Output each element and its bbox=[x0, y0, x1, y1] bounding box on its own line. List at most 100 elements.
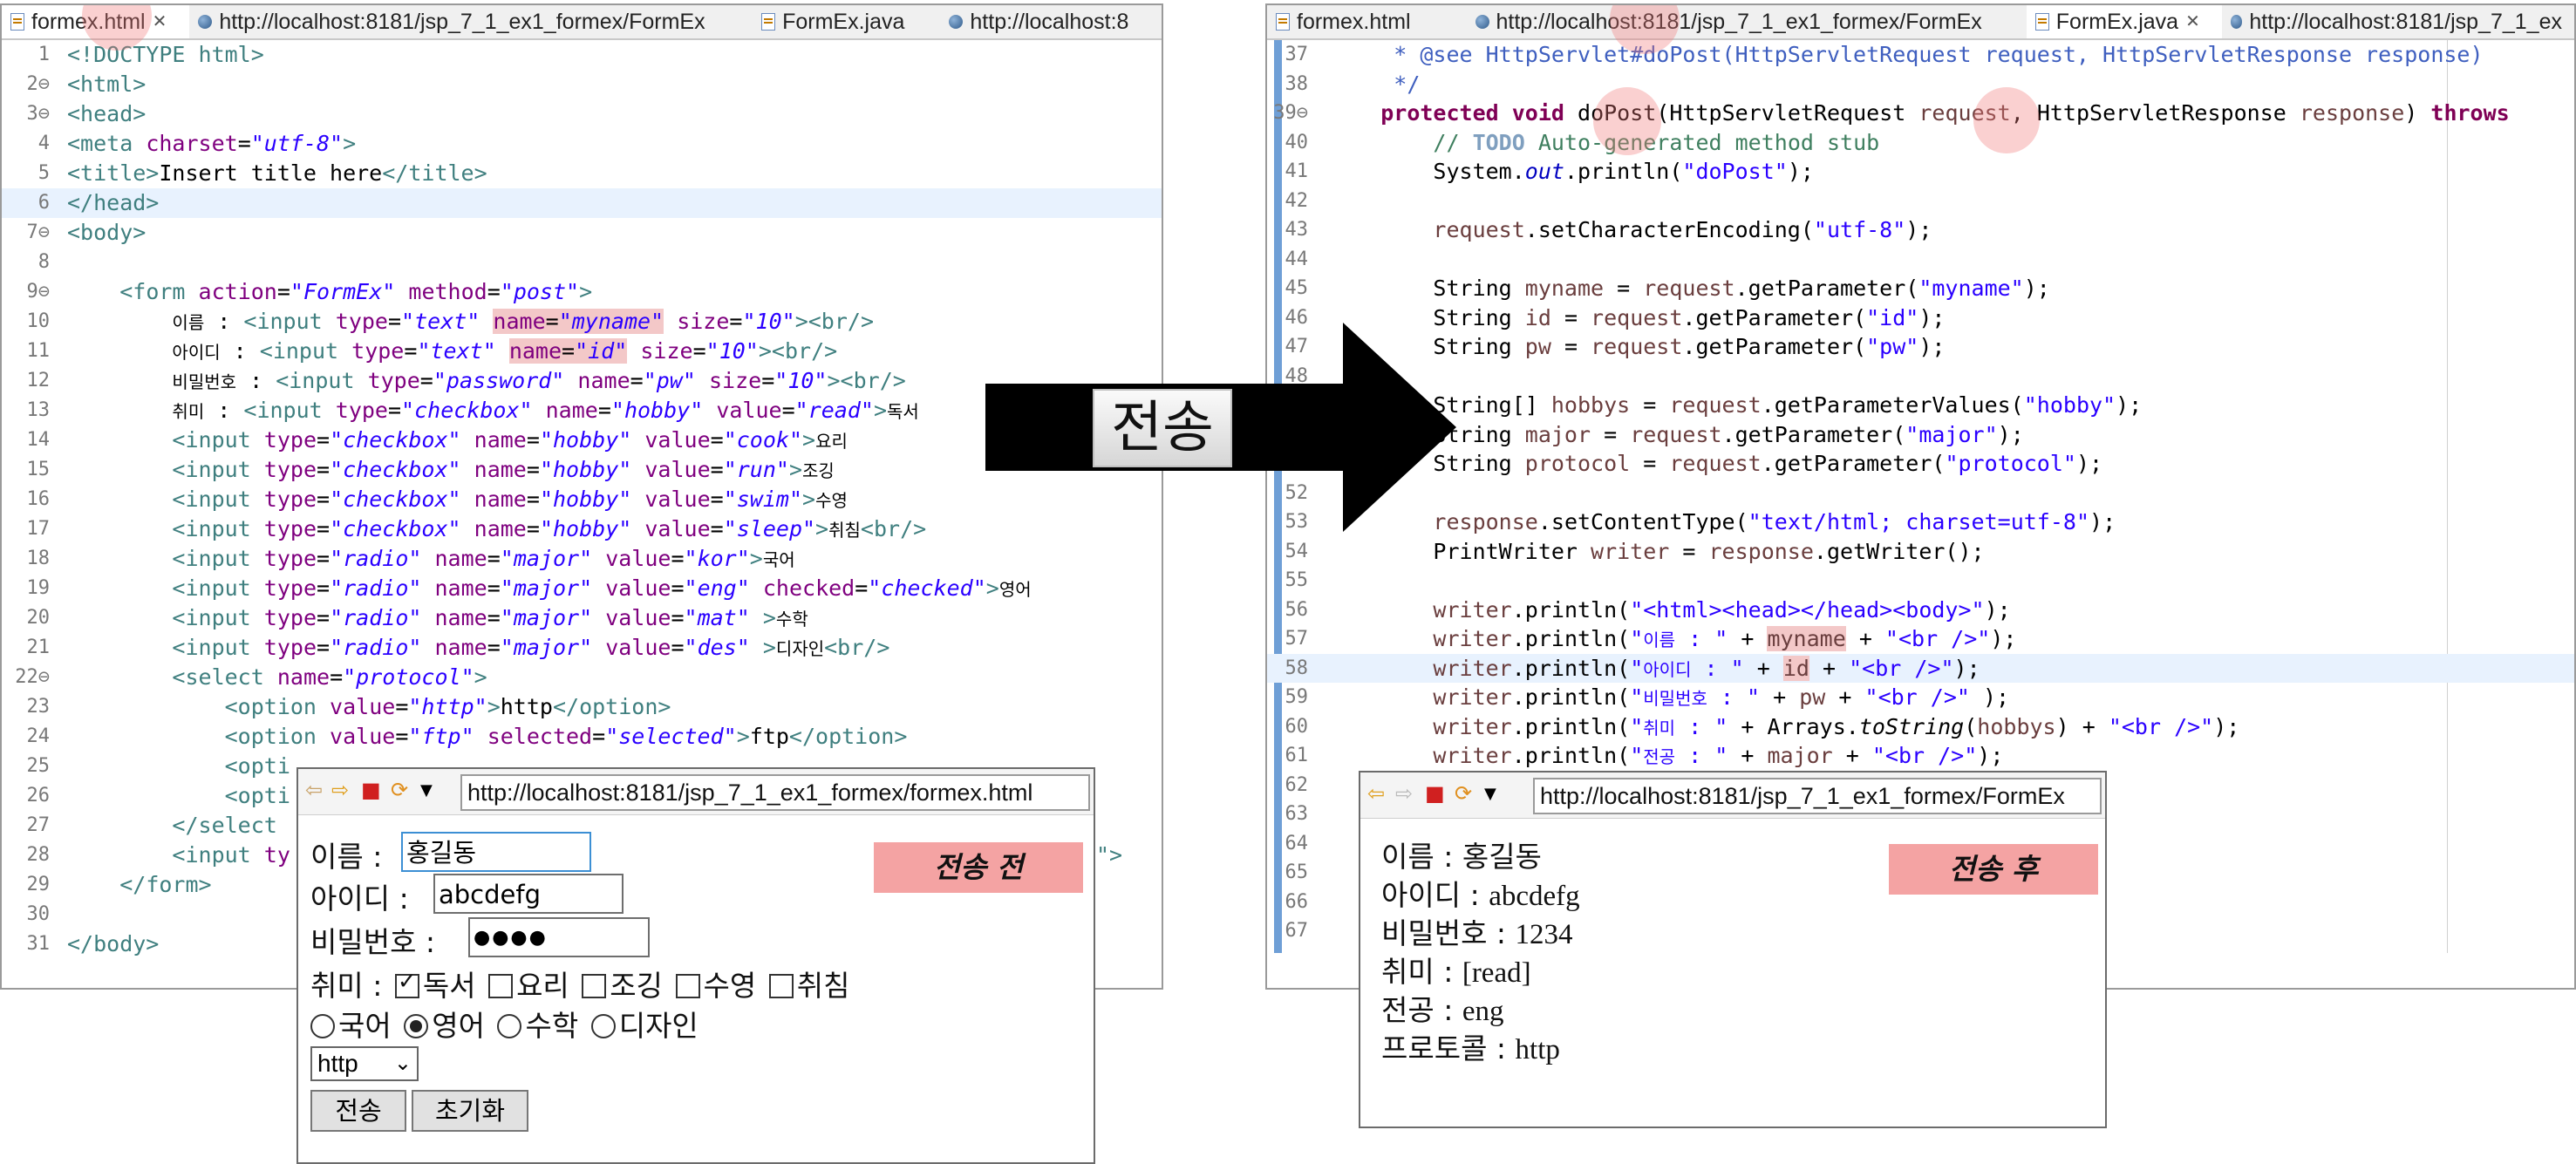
line-number: 42 bbox=[1285, 189, 1309, 212]
protocol-select[interactable]: http ⌄ bbox=[310, 1046, 419, 1081]
code-text: <head> bbox=[67, 101, 147, 126]
line-number: 25 bbox=[26, 755, 51, 777]
code-line[interactable]: 1 <!DOCTYPE html> bbox=[2, 40, 1162, 70]
hobby-checkbox-read[interactable] bbox=[394, 969, 419, 998]
reset-button[interactable]: 초기화 bbox=[412, 1090, 528, 1132]
output-row-hobby: 취미 : [read] bbox=[1381, 955, 1531, 989]
code-line[interactable]: 41 System.out.println("doPost"); bbox=[1267, 157, 2574, 187]
code-line[interactable]: 50 String major = request.getParameter("… bbox=[1267, 420, 2574, 450]
code-line[interactable]: 9⊖ <form action="FormEx" method="post"> bbox=[2, 277, 1162, 307]
hobby-row: 취미 : 독서 요리 조깅 수영 취침 bbox=[310, 963, 850, 1004]
tab-formex-java[interactable]: FormEx.java bbox=[753, 5, 940, 38]
tab-formex-html[interactable]: formex.html ✕ bbox=[2, 5, 190, 38]
refresh-icon[interactable]: ⟳ bbox=[391, 778, 408, 802]
code-line[interactable]: 53 response.setContentType("text/html; c… bbox=[1267, 507, 2574, 537]
hobby-checkbox-run[interactable] bbox=[582, 974, 607, 998]
id-input[interactable]: abcdefg bbox=[433, 874, 624, 914]
code-text: <input type="checkbox" name="hobby" valu… bbox=[172, 427, 848, 453]
code-text: writer.println("<html><head></head><body… bbox=[1433, 596, 2011, 623]
submit-button[interactable]: 전송 bbox=[310, 1090, 406, 1132]
code-text: 아이디 : <input type="text" name="id" size=… bbox=[172, 338, 838, 364]
code-line[interactable]: 40 // TODO Auto-generated method stub bbox=[1267, 128, 2574, 158]
code-line[interactable]: 58 writer.println("아이디 : " + id + "<br /… bbox=[1267, 653, 2574, 683]
tab-formex-html[interactable]: formex.html bbox=[1267, 5, 1467, 38]
major-radio-mat[interactable] bbox=[497, 1014, 522, 1038]
password-input[interactable]: ●●●● bbox=[468, 917, 650, 957]
line-number: 43 bbox=[1285, 219, 1309, 241]
code-line[interactable]: 55 bbox=[1267, 566, 2574, 596]
code-text: protected void doPost(HttpServletRequest… bbox=[1380, 100, 2510, 126]
code-line[interactable]: 5 <title>Insert title here</title> bbox=[2, 159, 1162, 188]
forward-icon[interactable]: ⇨ bbox=[331, 778, 349, 802]
code-line[interactable]: 38 */ bbox=[1267, 70, 2574, 99]
code-line[interactable]: 19 <input type="radio" name="major" valu… bbox=[2, 574, 1162, 603]
close-icon[interactable]: ✕ bbox=[2185, 5, 2200, 38]
code-line[interactable]: 56 writer.println("<html><head></head><b… bbox=[1267, 596, 2574, 625]
code-line[interactable]: 47 String pw = request.getParameter("pw"… bbox=[1267, 332, 2574, 362]
code-line[interactable]: 46 String id = request.getParameter("id"… bbox=[1267, 303, 2574, 333]
forward-icon[interactable]: ⇨ bbox=[1395, 781, 1413, 806]
back-icon[interactable]: ⇦ bbox=[305, 778, 323, 802]
dropdown-icon[interactable]: ▼ bbox=[420, 781, 433, 800]
code-line[interactable]: 22⊖ <select name="protocol"> bbox=[2, 663, 1162, 692]
dropdown-icon[interactable]: ▼ bbox=[1484, 785, 1496, 803]
stop-icon[interactable]: ■ bbox=[1425, 781, 1445, 806]
code-line[interactable]: 54 PrintWriter writer = response.getWrit… bbox=[1267, 537, 2574, 567]
tab-localhost-2[interactable]: http://localhost:8181/jsp_7_1_ex bbox=[2222, 5, 2574, 38]
tab-formex-java[interactable]: FormEx.java ✕ bbox=[2026, 5, 2222, 38]
code-line[interactable]: 44 bbox=[1267, 245, 2574, 275]
code-line[interactable]: 18 <input type="radio" name="major" valu… bbox=[2, 544, 1162, 574]
code-line[interactable]: 4 <meta charset="utf-8"> bbox=[2, 129, 1162, 159]
code-line[interactable]: 24 <option value="ftp" selected="selecte… bbox=[2, 722, 1162, 752]
hobby-checkbox-sleep[interactable] bbox=[768, 974, 794, 998]
code-line[interactable]: 43 request.setCharacterEncoding("utf-8")… bbox=[1267, 215, 2574, 245]
tab-localhost-formex[interactable]: http://localhost:8181/jsp_7_1_ex1_formex… bbox=[189, 5, 753, 38]
major-radio-des[interactable] bbox=[590, 1014, 616, 1038]
name-input[interactable]: 홍길동 bbox=[401, 832, 591, 872]
code-text: <meta charset="utf-8"> bbox=[67, 131, 357, 156]
code-line[interactable]: 7⊖ <body> bbox=[2, 218, 1162, 248]
code-text: <option value="http">http</option> bbox=[224, 694, 671, 719]
code-line[interactable]: 49 String[] hobbys = request.getParamete… bbox=[1267, 391, 2574, 420]
line-number: 15 bbox=[26, 459, 51, 480]
close-icon[interactable]: ✕ bbox=[153, 5, 167, 38]
line-number: 7⊖ bbox=[26, 221, 51, 243]
line-number: 41 bbox=[1285, 160, 1309, 182]
code-line[interactable]: 21 <input type="radio" name="major" valu… bbox=[2, 633, 1162, 663]
major-radio-eng[interactable] bbox=[404, 1014, 429, 1038]
line-number: 57 bbox=[1285, 628, 1309, 650]
hobby-checkbox-cook[interactable] bbox=[488, 974, 514, 998]
code-line[interactable]: 57 writer.println("이름 : " + myname + "<b… bbox=[1267, 624, 2574, 654]
back-icon[interactable]: ⇦ bbox=[1367, 781, 1385, 806]
line-number: 62 bbox=[1285, 773, 1309, 796]
stop-icon[interactable]: ■ bbox=[361, 778, 381, 802]
refresh-icon[interactable]: ⟳ bbox=[1455, 781, 1472, 806]
hobby-checkbox-swim[interactable] bbox=[675, 974, 700, 998]
tab-localhost-2[interactable]: http://localhost:8 bbox=[940, 5, 1162, 38]
code-line[interactable]: 60 writer.println("취미 : " + Arrays.toStr… bbox=[1267, 712, 2574, 742]
code-line[interactable]: 59 writer.println("비밀번호 : " + pw + "<br … bbox=[1267, 683, 2574, 712]
tab-localhost-formex[interactable]: http://localhost:8181/jsp_7_1_ex1_formex… bbox=[1467, 5, 2027, 38]
code-line[interactable]: 8 bbox=[2, 248, 1162, 277]
code-line[interactable]: 2⊖ <html> bbox=[2, 70, 1162, 99]
code-line[interactable]: 39⊖ protected void doPost(HttpServletReq… bbox=[1267, 99, 2574, 128]
address-bar[interactable]: http://localhost:8181/jsp_7_1_ex1_formex… bbox=[1533, 778, 2102, 814]
code-line[interactable]: 51 String protocol = request.getParamete… bbox=[1267, 449, 2574, 479]
code-line[interactable]: 45 String myname = request.getParameter(… bbox=[1267, 274, 2574, 303]
code-line[interactable]: 23 <option value="http">http</option> bbox=[2, 692, 1162, 722]
line-number: 16 bbox=[26, 488, 51, 510]
code-text: String myname = request.getParameter("my… bbox=[1328, 276, 2050, 301]
address-bar[interactable]: http://localhost:8181/jsp_7_1_ex1_formex… bbox=[460, 774, 1090, 811]
code-line[interactable]: 20 <input type="radio" name="major" valu… bbox=[2, 603, 1162, 633]
code-line[interactable]: 52 bbox=[1267, 479, 2574, 508]
code-line[interactable]: 37 * @see HttpServlet#doPost(HttpServlet… bbox=[1267, 40, 2574, 70]
code-line[interactable]: 3⊖ <head> bbox=[2, 99, 1162, 129]
line-number: 54 bbox=[1285, 540, 1309, 562]
code-line[interactable]: 42 bbox=[1267, 187, 2574, 216]
major-radio-kor[interactable] bbox=[310, 1014, 335, 1038]
code-line[interactable]: 6 </head> bbox=[2, 188, 1162, 218]
code-text: <input type="radio" name="major" value="… bbox=[172, 546, 795, 571]
code-line[interactable]: 61 writer.println("전공 : " + major + "<br… bbox=[1267, 741, 2574, 771]
code-text: <input type="checkbox" name="hobby" valu… bbox=[172, 516, 927, 541]
code-line[interactable]: 48 bbox=[1267, 362, 2574, 391]
